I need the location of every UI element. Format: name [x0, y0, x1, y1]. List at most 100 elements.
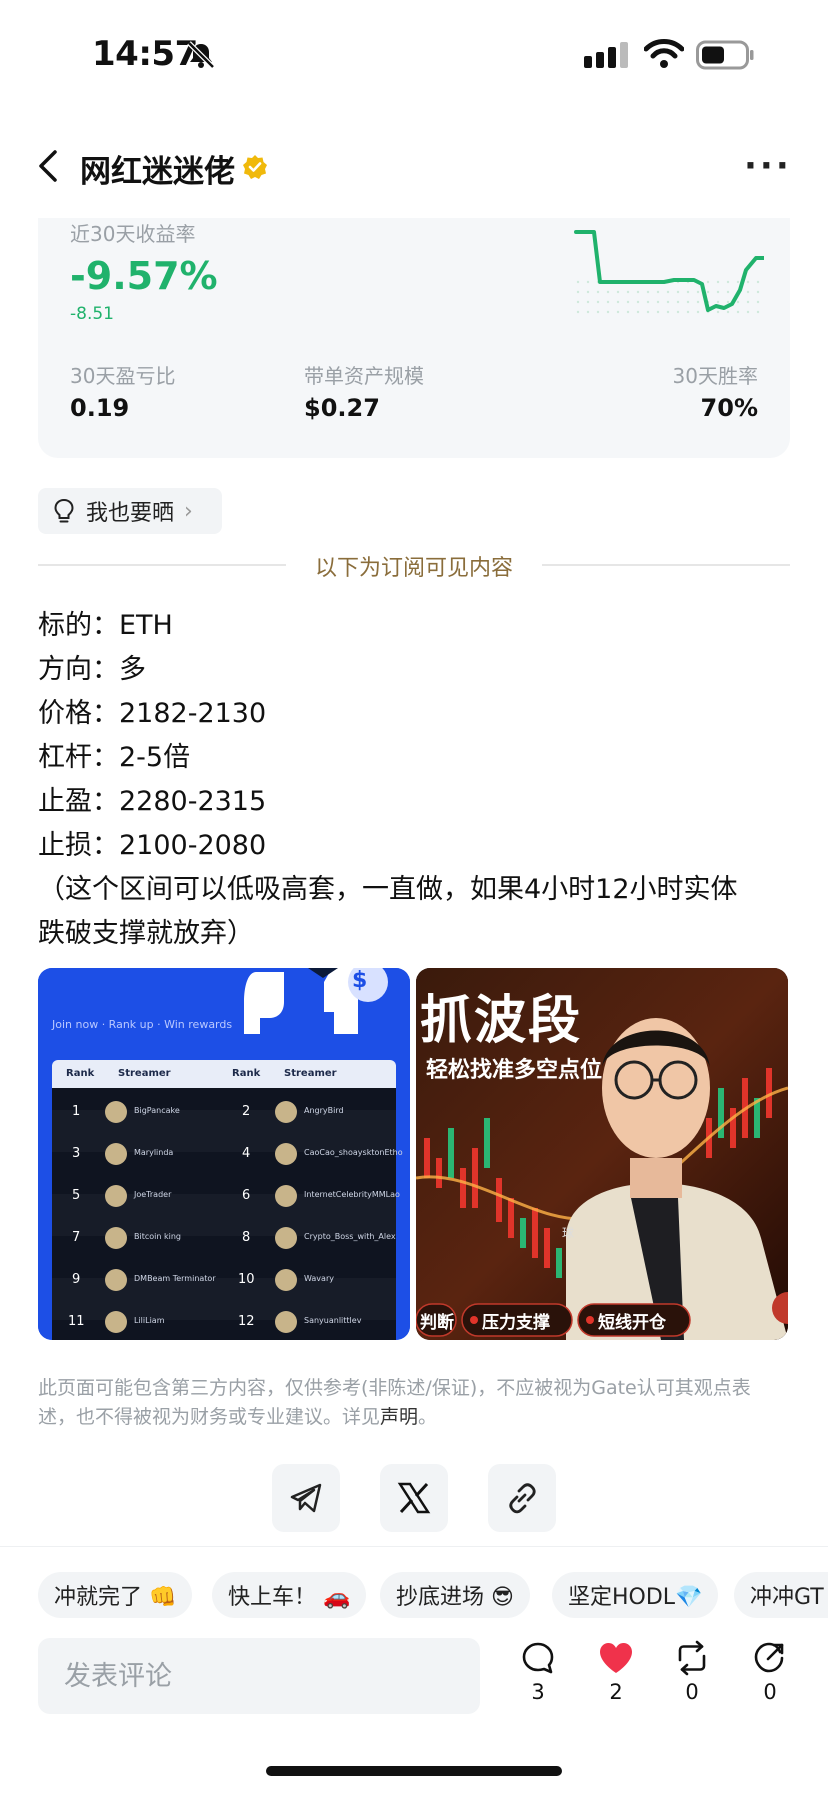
- leaderboard-name: InternetCelebrityMMLao: [304, 1190, 400, 1199]
- share-x-button[interactable]: [380, 1464, 448, 1532]
- link-icon: [509, 1483, 536, 1514]
- leaderboard-name: Sanyuanlittlev: [304, 1316, 362, 1325]
- metric-value-pnl-ratio: 0.19: [70, 394, 130, 422]
- post-line-take-profit: 止盈：2280-2315: [38, 786, 267, 817]
- leaderboard-col-streamer-2: Streamer: [284, 1068, 337, 1079]
- share-telegram-button[interactable]: [272, 1464, 340, 1532]
- leaderboard-name: CaoCao_shoaysktonEtho: [304, 1148, 403, 1157]
- post-line-leverage: 杠杆：2-5倍: [38, 742, 191, 773]
- repost-button[interactable]: 0: [662, 1640, 722, 1720]
- divider-line-left: [38, 564, 286, 566]
- leaderboard-banner: Join now · Rank up · Win rewards: [52, 1018, 233, 1031]
- leaderboard-name: AngryBird: [304, 1106, 344, 1115]
- quick-reply-chip[interactable]: 冲冲GT: [734, 1572, 828, 1618]
- share-too-label: 我也要晒: [86, 501, 175, 526]
- more-menu-button[interactable]: ···: [744, 146, 792, 186]
- disclaimer: 此页面可能包含第三方内容，仅供参考(非陈述/保证)，不应被视为Gate认可其观点…: [38, 1374, 788, 1432]
- forward-button[interactable]: 0: [740, 1640, 800, 1720]
- post-image-leaderboard[interactable]: Join now · Rank up · Win rewards $ Rank …: [38, 968, 410, 1340]
- quick-reply-chip[interactable]: 坚定HODL💎: [552, 1572, 719, 1618]
- x-logo-icon: [397, 1482, 431, 1514]
- leaderboard-name: Bitcoin king: [134, 1232, 181, 1241]
- leaderboard-col-rank-2: Rank: [232, 1068, 261, 1079]
- disclaimer-link[interactable]: 声明: [380, 1406, 418, 1428]
- like-button[interactable]: 2: [586, 1640, 646, 1720]
- like-count: 2: [609, 1680, 623, 1704]
- forward-count: 0: [763, 1680, 777, 1704]
- back-icon[interactable]: [34, 148, 64, 184]
- leaderboard-rank: 4: [242, 1146, 251, 1161]
- leaderboard-rank: 9: [72, 1272, 81, 1287]
- repost-count: 0: [685, 1680, 699, 1704]
- leaderboard-col-rank: Rank: [66, 1068, 95, 1079]
- leaderboard-rank: 12: [238, 1314, 255, 1329]
- comment-count: 3: [531, 1680, 545, 1704]
- roi-sparkline: [574, 230, 764, 314]
- post-line-symbol: 标的：ETH: [38, 610, 173, 641]
- roi-label: 近30天收益率: [70, 222, 196, 246]
- leaderboard-name: JoeTrader: [134, 1190, 172, 1199]
- roi-value: -9.57%: [70, 254, 218, 298]
- roi-sub-value: -8.51: [70, 304, 114, 324]
- promo-headline: 抓波段: [420, 991, 583, 1051]
- leaderboard-name: DMBeam Terminator: [134, 1274, 216, 1283]
- post-image-swing-trading[interactable]: 抓波段 轻松找准多空点位 判断 压力支撑 短线开仓 球: [416, 968, 788, 1340]
- quick-reply-chip[interactable]: 快上车！ 🚗: [212, 1572, 367, 1618]
- leaderboard-rank: 6: [242, 1188, 251, 1203]
- leaderboard-rank: 10: [238, 1272, 255, 1287]
- home-indicator[interactable]: [266, 1766, 562, 1776]
- repost-icon: [678, 1640, 706, 1676]
- dollar-icon: $: [352, 968, 368, 993]
- page-title: 网红迷迷佬: [80, 154, 235, 190]
- lightbulb-icon: [54, 498, 74, 523]
- battery-icon: [696, 40, 754, 70]
- promo-subline: 轻松找准多空点位: [426, 1058, 603, 1083]
- comment-input[interactable]: [38, 1638, 480, 1714]
- promo-tag: 判断: [420, 1313, 454, 1333]
- leaderboard-rank: 2: [242, 1104, 251, 1119]
- divider-line-right: [542, 564, 790, 566]
- forward-icon: [754, 1642, 784, 1673]
- bell-muted-icon: [187, 41, 215, 69]
- metric-value-aum: $0.27: [304, 394, 380, 422]
- leaderboard-rank: 11: [68, 1314, 85, 1329]
- promo-tag: 压力支撑: [482, 1313, 550, 1333]
- post-line-price: 价格：2182-2130: [38, 698, 267, 729]
- comment-button[interactable]: 3: [508, 1640, 568, 1720]
- chevron-right-icon: ›: [184, 498, 193, 524]
- disclaimer-end: 。: [418, 1406, 438, 1428]
- metric-label-aum: 带单资产规模: [304, 364, 424, 388]
- leaderboard-name: Crypto_Boss_with_Alex: [304, 1232, 396, 1241]
- status-time: 14:57: [92, 34, 198, 74]
- comment-icon: [522, 1642, 554, 1674]
- leaderboard-rank: 5: [72, 1188, 81, 1203]
- leaderboard-rank: 3: [72, 1146, 81, 1161]
- leaderboard-name: BigPancake: [134, 1106, 180, 1115]
- quick-reply-chip[interactable]: 抄底进场 😎: [380, 1572, 530, 1618]
- post-line-direction: 方向：多: [38, 654, 146, 685]
- leaderboard-rank: 1: [72, 1104, 81, 1119]
- leaderboard-rank: 8: [242, 1230, 251, 1245]
- verified-badge-icon: [243, 155, 267, 179]
- post-line-note-2: 跌破支撑就放弃）: [38, 918, 254, 949]
- promo-tag: 短线开仓: [598, 1313, 666, 1333]
- leaderboard-rank: 7: [72, 1230, 81, 1245]
- leaderboard-name: Marylinda: [134, 1148, 174, 1157]
- metric-value-win-rate: 70%: [700, 394, 758, 422]
- telegram-icon: [290, 1483, 322, 1513]
- leaderboard-name: Wavary: [304, 1274, 334, 1283]
- wifi-icon: [644, 39, 684, 68]
- share-too-button[interactable]: 我也要晒 ›: [38, 488, 222, 534]
- subscriber-content-divider: 以下为订阅可见内容: [314, 556, 513, 581]
- heart-icon: [600, 1643, 632, 1673]
- leaderboard-name: LiliLiam: [134, 1316, 165, 1325]
- leaderboard-col-streamer: Streamer: [118, 1068, 171, 1079]
- quick-reply-chip[interactable]: 冲就完了 👊: [38, 1572, 193, 1618]
- metric-label-pnl-ratio: 30天盈亏比: [70, 364, 176, 388]
- copy-link-button[interactable]: [488, 1464, 556, 1532]
- cellular-signal-icon: [584, 42, 628, 68]
- post-line-note-1: （这个区间可以低吸高套，一直做，如果4小时12小时实体: [38, 874, 738, 905]
- promo-jacket-text: 球: [562, 1226, 575, 1240]
- post-line-stop-loss: 止损：2100-2080: [38, 830, 267, 861]
- metric-label-win-rate: 30天胜率: [672, 364, 758, 388]
